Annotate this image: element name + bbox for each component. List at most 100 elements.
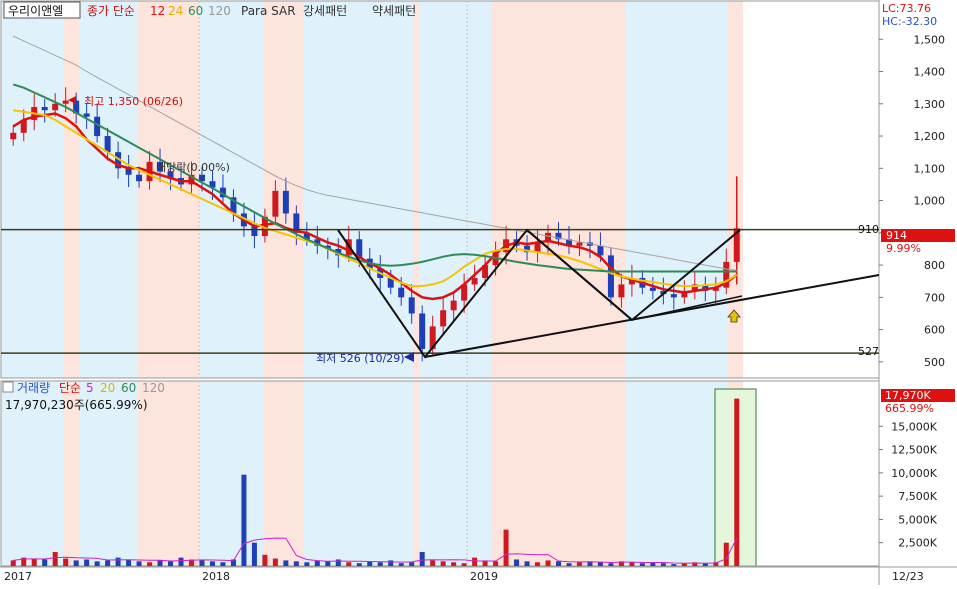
pattern-strong-label[interactable]: 강세패턴 — [303, 4, 347, 18]
volume-bar — [325, 561, 331, 566]
chart-canvas[interactable]: 1,5001,4001,3001,2001,1001,0009008007006… — [0, 0, 957, 585]
price-zone-band — [263, 1, 303, 378]
volume-bar — [178, 557, 184, 566]
candle-body — [419, 313, 426, 349]
candle-body — [649, 287, 656, 291]
volume-bar — [73, 560, 79, 566]
dividend-annotation: 배당락(0.00%) — [156, 161, 230, 174]
volume-bar — [409, 562, 415, 566]
resistance-level-label: 910 — [858, 223, 879, 236]
volume-bar — [10, 560, 16, 566]
date-box: 12/23 — [892, 570, 924, 583]
ma-period-24[interactable]: 24 — [168, 4, 183, 18]
volume-tick-label: 10,000K — [891, 467, 937, 480]
x-label-2018: 2018 — [202, 570, 230, 583]
ma-period-12[interactable]: 12 — [150, 4, 165, 18]
pattern-weak-label[interactable]: 약세패턴 — [372, 3, 416, 18]
indicator-label[interactable]: Para SAR — [241, 4, 296, 18]
hc-value: HC:-32.30 — [882, 15, 937, 28]
volume-zone-band — [419, 381, 491, 566]
volume-bar — [42, 559, 48, 566]
candle-body — [576, 242, 583, 246]
volume-bar — [461, 563, 467, 566]
price-tick-label: 700 — [924, 291, 945, 304]
volume-zone-band — [626, 381, 727, 566]
price-zone-band — [1, 1, 63, 378]
volume-bar — [430, 560, 436, 566]
volume-bar — [419, 552, 425, 566]
stock-name: 우리이앤엘 — [8, 4, 63, 18]
volume-bar — [168, 561, 174, 566]
current-price: 914 — [886, 229, 907, 242]
volume-ma-60[interactable]: 60 — [121, 381, 136, 395]
volume-bar — [639, 563, 645, 566]
volume-bar — [126, 559, 132, 566]
price-zone-band — [626, 1, 727, 378]
volume-zone-band — [303, 381, 413, 566]
volume-tick-label: 12,500K — [891, 444, 937, 457]
volume-ma-5[interactable]: 5 — [86, 381, 94, 395]
volume-bar — [94, 561, 100, 566]
volume-value-text: 17,970,230주(665.99%) — [5, 398, 148, 412]
volume-bar — [524, 561, 530, 566]
volume-bar — [356, 563, 362, 566]
volume-tick-label: 7,500K — [898, 490, 937, 503]
candle-body — [52, 103, 59, 111]
volume-bar — [398, 563, 404, 566]
low-annotation: 최저 526 (10/29) — [316, 352, 405, 365]
price-zone-band — [303, 1, 413, 378]
price-tick-label: 1,100 — [914, 162, 946, 175]
volume-bar — [283, 560, 289, 566]
volume-bar — [136, 561, 142, 566]
volume-bar — [63, 558, 69, 566]
volume-bar — [514, 559, 520, 566]
candle-body — [670, 294, 677, 298]
candle-body — [136, 174, 143, 182]
volume-bar — [503, 529, 509, 566]
candle-body — [597, 245, 604, 256]
price-zone-band — [199, 1, 263, 378]
price-tick-label: 1,400 — [914, 66, 946, 79]
volume-zone-band — [413, 381, 419, 566]
volume-ma-label[interactable]: 단순 — [59, 381, 81, 395]
volume-bar — [493, 561, 499, 566]
volume-title[interactable]: 거래량 — [17, 381, 50, 395]
ma-label[interactable]: 종가 단순 — [87, 4, 135, 18]
volume-bar — [52, 552, 58, 566]
candle-body — [618, 284, 625, 298]
volume-bar — [671, 564, 677, 566]
volume-bar — [597, 562, 603, 566]
lc-value: LC:73.76 — [882, 2, 931, 15]
x-label-2019: 2019 — [470, 570, 498, 583]
volume-ma-20[interactable]: 20 — [100, 381, 115, 395]
price-zone-band — [79, 1, 138, 378]
volume-bar — [115, 557, 121, 566]
volume-bar — [272, 558, 278, 566]
volume-bar — [576, 562, 582, 566]
volume-bar — [147, 562, 153, 566]
price-zone-band — [413, 1, 419, 378]
volume-bar — [241, 474, 247, 566]
ma-period-60[interactable]: 60 — [188, 4, 203, 18]
price-zone-band — [138, 1, 199, 378]
volume-bar — [608, 563, 614, 566]
volume-ma-120[interactable]: 120 — [142, 381, 165, 395]
volume-zone-band — [199, 381, 263, 566]
candle-body — [471, 277, 478, 285]
volume-bar — [388, 560, 394, 566]
volume-bar — [451, 562, 457, 566]
volume-bar — [472, 557, 478, 566]
volume-bar — [556, 561, 561, 566]
candle-body — [607, 255, 614, 298]
candle-body — [10, 132, 17, 140]
volume-bar — [157, 560, 163, 566]
x-label-2017: 2017 — [4, 570, 32, 583]
ma-period-120[interactable]: 120 — [208, 4, 231, 18]
candle-body — [398, 287, 405, 298]
volume-bar — [220, 562, 226, 566]
volume-bar — [367, 561, 373, 566]
price-tick-label: 800 — [924, 259, 945, 272]
price-tick-label: 1,000 — [914, 195, 946, 208]
support-level-label: 527 — [858, 345, 879, 358]
volume-legend-box-icon[interactable] — [2, 381, 14, 393]
